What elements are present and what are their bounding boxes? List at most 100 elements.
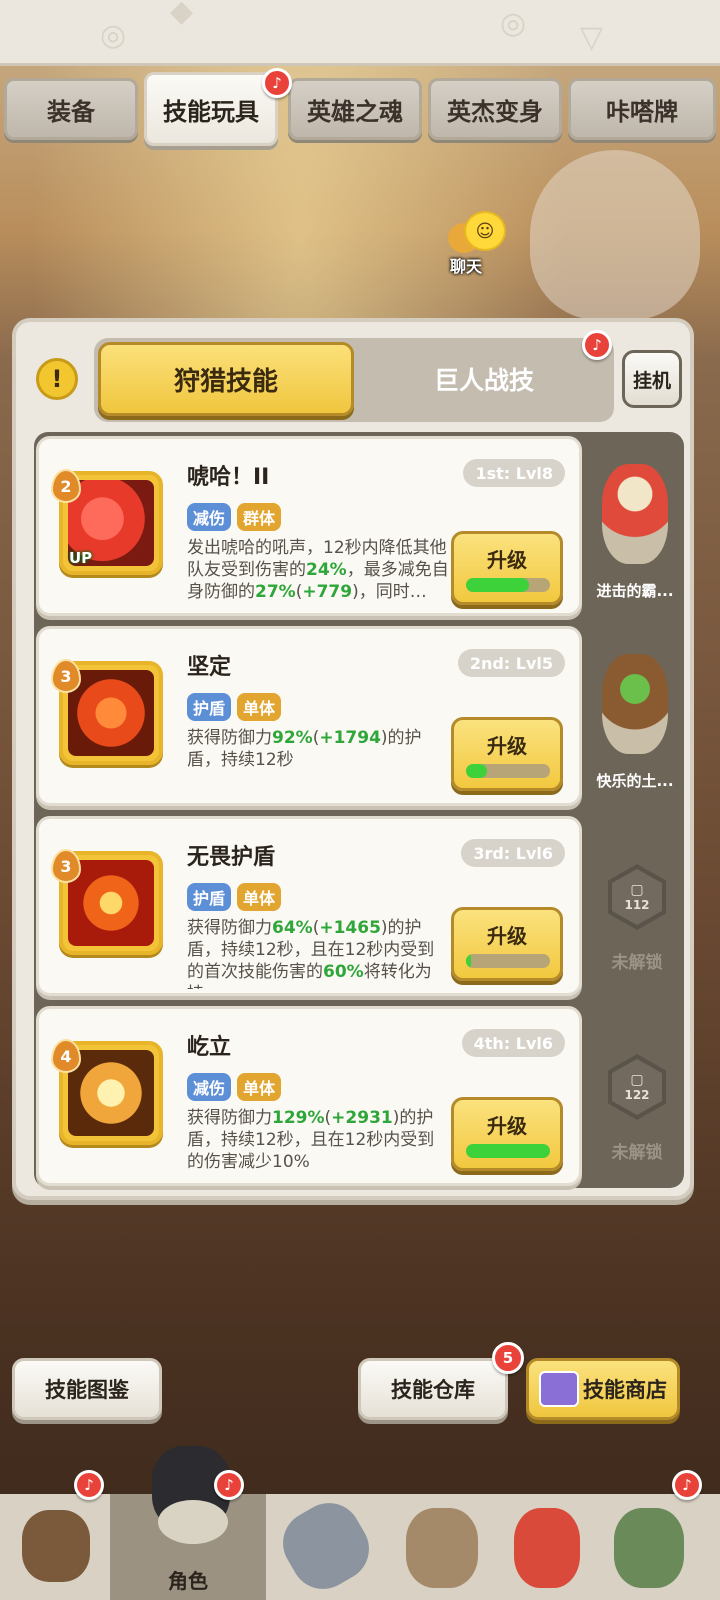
skill-tags: 护盾 单体 [187,693,282,721]
bear-icon [22,1510,90,1582]
skill-name: 唬哈！II [187,465,270,490]
button-label: 技能图鉴 [45,1378,129,1402]
slot-level-pill: 4th: Lvl6 [461,1029,565,1057]
tab-hero-transform[interactable]: 英杰变身 [428,78,562,140]
skill-tag: 单体 [237,883,282,911]
padlock-icon: ▢ [630,882,644,898]
skill-tag: 减伤 [187,503,232,531]
guild-icon [614,1508,684,1588]
button-label: 技能仓库 [391,1378,475,1402]
star-rank-badge: 2 [51,469,81,503]
description-part: 27% [255,582,296,602]
star-rank-badge: 3 [51,849,81,883]
description-part: 64% [272,918,313,938]
nav-label: 角色 [168,1569,208,1593]
skull-decoration [530,150,700,320]
upgrade-progress-bar [466,578,550,592]
skill-description: 发出唬哈的吼声，12秒内降低其他队友受到伤害的24%，最多减免自身防御的27%(… [187,537,449,609]
badge-count: 5 [502,1349,514,1367]
bottom-nav: 角色 ♪ ♪ ♪ [0,1446,720,1600]
swirl-icon: ◎ [100,18,127,53]
skill-description: 获得防御力64%(+1465)的护盾，持续12秒，且在12秒内受到的首次技能伤害… [187,917,449,989]
tab-skill-toys[interactable]: 技能玩具 [144,72,278,146]
skill-card[interactable]: 3 坚定 2nd: Lvl5 护盾 单体 获得防御力92%(+1794)的护盾，持续12秒… [36,626,582,806]
slot-level-pill: 3rd: Lvl6 [461,839,565,867]
tab-label: 咔嗒牌 [606,97,678,126]
slot-level-pill: 1st: Lvl8 [463,459,565,487]
skill-card[interactable]: 3 无畏护盾 3rd: Lvl6 护盾 单体 获得防御力64%(+1465)的护盾，持续1… [36,816,582,996]
tab-click-cards[interactable]: 咔嗒牌 [568,78,716,140]
upgrade-label: 升级 [487,1114,527,1138]
upgrade-label: 升级 [487,548,527,572]
top-decor-strip: ◎ ◎ ◆ ▽ [0,0,720,66]
description-part: 60% [323,962,364,982]
tab-giant-skills[interactable]: 巨人战技 [384,342,584,416]
tab-label: 巨人战技 [433,366,534,395]
upgrade-progress-bar [466,1144,550,1158]
skill-description: 获得防御力129%(+2931)的护盾，持续12秒，且在12秒内受到的伤害减少1… [187,1107,449,1179]
skill-tag: 减伤 [187,1073,232,1101]
idle-label: 挂机 [632,369,671,392]
slot-level-pill: 2nd: Lvl5 [457,649,565,677]
tab-label: 技能玩具 [163,97,259,126]
upgrade-label: 升级 [487,734,527,758]
locked-slot[interactable]: ▢ 112 未解锁 [590,816,680,996]
upgrade-progress-fill [466,764,487,778]
upgrade-button[interactable]: 升级 [451,907,563,981]
bell-icon: ♪ [262,68,292,98]
skill-tags: 减伤 单体 [187,1073,282,1101]
skill-tag: 单体 [237,693,282,721]
companion-icon [602,654,668,754]
skill-tag: 护盾 [187,693,232,721]
beast-icon [406,1508,478,1588]
idle-button[interactable]: 挂机 [622,350,682,408]
exclamation-icon[interactable]: ! [36,358,78,400]
skill-codex-button[interactable]: 技能图鉴 [12,1358,162,1420]
skill-tag: 群体 [237,503,282,531]
companion-icon [602,464,668,564]
tab-equipment[interactable]: 装备 [4,78,138,140]
companion-slot[interactable]: 快乐的土... [590,626,680,806]
skill-art-icon [68,1050,154,1136]
skill-art-icon [68,860,154,946]
skill-tags: 护盾 单体 [187,883,282,911]
tab-hunting-skills[interactable]: 狩猎技能 [98,342,354,416]
skill-art-icon [68,670,154,756]
companion-name: 进击的霸... [596,582,674,600]
nav-item-weapon[interactable] [270,1491,410,1600]
skill-card[interactable]: 4 屹立 4th: Lvl6 减伤 单体 获得防御力129%(+2931)的护盾，持续12… [36,1006,582,1186]
description-part: +1794 [319,728,381,748]
description-part: 获得防御力 [187,728,272,748]
upgrade-button[interactable]: 升级 [451,531,563,605]
top-tab-bar: 装备 技能玩具 英雄之魂 英杰变身 咔嗒牌 ♪ [0,68,720,150]
upgrade-label: 升级 [487,924,527,948]
bell-icon: ♪ [214,1470,244,1500]
upgrade-progress-bar [466,954,550,968]
skill-name: 屹立 [187,1035,232,1060]
nav-item-character[interactable]: 角色 [110,1446,266,1600]
skill-shop-button[interactable]: 技能商店 [526,1358,680,1420]
description-part: +779 [302,582,353,602]
bell-icon: ♪ [582,330,612,360]
skill-warehouse-button[interactable]: 技能仓库 [358,1358,508,1420]
skill-tag: 单体 [237,1073,282,1101]
chat-label: 聊天 [450,257,483,276]
skill-card[interactable]: UP 2 唬哈！II 1st: Lvl8 减伤 群体发出唬哈的吼声，12秒内降低其他队友受… [36,436,582,616]
tab-hero-soul[interactable]: 英雄之魂 [288,78,422,140]
shop-icon [539,1371,579,1407]
locked-label: 未解锁 [611,953,663,973]
skill-description: 获得防御力92%(+1794)的护盾，持续12秒 [187,727,449,799]
notification-badge: 5 [492,1342,524,1374]
chat-button[interactable]: ☺ 聊天 [440,205,520,276]
companion-slot[interactable]: 进击的霸... [590,436,680,616]
tab-label: 英杰变身 [447,97,543,126]
upgrade-button[interactable]: 升级 [451,1097,563,1171]
locked-slot[interactable]: ▢ 122 未解锁 [590,1006,680,1186]
tab-label: 狩猎技能 [173,366,278,397]
star-rank-badge: 3 [51,659,81,693]
description-part: 129% [272,1108,325,1128]
up-indicator: UP [69,549,93,567]
upgrade-button[interactable]: 升级 [451,717,563,791]
nav-item-guild[interactable] [600,1494,720,1600]
unlock-level: 112 [624,898,650,912]
